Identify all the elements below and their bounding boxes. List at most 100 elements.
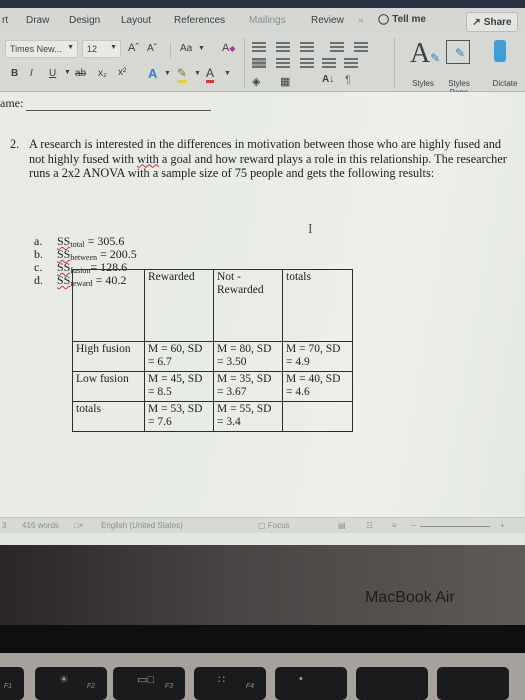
font-name-value: Times New...: [10, 44, 62, 54]
keyboard-light-icon: •: [299, 673, 303, 685]
key-f7[interactable]: [437, 667, 509, 700]
chevron-down-icon[interactable]: ▼: [164, 70, 171, 77]
web-layout-icon[interactable]: ☷: [366, 521, 373, 530]
proofing-icon[interactable]: □×: [74, 521, 84, 530]
tab-review[interactable]: Review: [311, 15, 344, 26]
align-right-icon[interactable]: [300, 58, 314, 68]
outline-view-icon[interactable]: ≡: [392, 521, 397, 530]
table-cell: M = 80, SD = 3.50: [213, 341, 283, 372]
tab-references[interactable]: References: [174, 15, 225, 26]
superscript-button[interactable]: x²: [118, 67, 126, 78]
page-indicator[interactable]: 3: [2, 521, 6, 530]
font-name-select[interactable]: Times New... ▼: [5, 40, 78, 58]
grow-font-button[interactable]: Aˆ: [128, 42, 139, 54]
print-layout-icon[interactable]: ▤: [338, 521, 346, 530]
shrink-font-button[interactable]: Aˇ: [147, 43, 157, 54]
table-cell: M = 35, SD = 3.67: [213, 371, 283, 402]
bold-button[interactable]: B: [11, 68, 18, 79]
multilevel-list-icon[interactable]: [300, 42, 314, 52]
laptop-screen: rt Draw Design Layout References Mailing…: [0, 0, 525, 545]
key-f6[interactable]: [356, 667, 428, 700]
chevron-down-icon: ▼: [67, 44, 74, 51]
subscript-button[interactable]: x₂: [98, 68, 107, 79]
more-tabs-icon[interactable]: »: [358, 15, 364, 26]
key-label: F3: [164, 683, 173, 690]
language-indicator[interactable]: English (United States): [101, 521, 183, 530]
italic-button[interactable]: I: [30, 68, 33, 79]
line-spacing-icon[interactable]: [344, 58, 358, 68]
text-effects-button[interactable]: A: [148, 66, 157, 81]
key-f3[interactable]: ▭□ F3: [113, 667, 185, 700]
spellcheck-flag-word[interactable]: with: [137, 152, 159, 166]
tell-me-label: Tell me: [392, 14, 426, 25]
question-number: 2.: [10, 137, 20, 151]
key-f5[interactable]: •: [275, 667, 347, 700]
align-left-icon[interactable]: [252, 58, 266, 68]
ss-term: SStotal: [57, 234, 85, 250]
key-label: F1: [3, 683, 12, 690]
font-size-select[interactable]: 12 ▼: [82, 40, 121, 58]
styles-pane-icon[interactable]: ✎: [446, 40, 470, 64]
zoom-slider[interactable]: [420, 526, 490, 527]
highlight-pen-icon[interactable]: ✎: [177, 66, 188, 83]
table-row: Low fusion M = 45, SD = 8.5 M = 35, SD =…: [72, 371, 353, 402]
share-button[interactable]: ↗ Share: [466, 12, 518, 32]
table-cell: M = 40, SD = 4.6: [282, 371, 353, 402]
tab-mailings[interactable]: Mailings: [249, 15, 286, 26]
table-cell: [282, 401, 353, 432]
focus-button[interactable]: ▢ Focus: [258, 521, 290, 530]
table-header-cell: [72, 269, 145, 342]
change-case-button[interactable]: Aa: [180, 43, 192, 54]
tab-insert[interactable]: rt: [2, 15, 8, 26]
chevron-down-icon[interactable]: ▼: [64, 69, 71, 76]
tab-design[interactable]: Design: [69, 15, 100, 26]
title-bar: [0, 0, 525, 8]
align-center-icon[interactable]: [276, 58, 290, 68]
ss-term: SSbetween: [57, 247, 97, 263]
decrease-indent-icon[interactable]: [330, 42, 344, 52]
brand-label: MacBook Air: [365, 589, 455, 606]
table-row: totals M = 53, SD = 7.6 M = 55, SD = 3.4: [72, 401, 353, 432]
document-page[interactable]: ame: 2. A research is interested in the …: [0, 92, 525, 517]
key-f1[interactable]: F1: [0, 667, 24, 700]
ss-value: = 200.5: [97, 247, 137, 261]
clear-formatting-icon[interactable]: A◆: [222, 42, 236, 54]
dictate-label[interactable]: Dictate: [486, 79, 524, 88]
underline-button[interactable]: U: [49, 68, 56, 79]
chevron-down-icon[interactable]: ▼: [194, 70, 201, 77]
tell-me-search[interactable]: ◯ Tell me: [378, 14, 426, 25]
font-size-value: 12: [87, 44, 98, 54]
justify-icon[interactable]: [322, 58, 336, 68]
strikethrough-button[interactable]: ab: [75, 68, 86, 79]
show-formatting-button[interactable]: ¶: [345, 74, 351, 86]
numbering-icon[interactable]: [276, 42, 290, 52]
key-f4[interactable]: ∷ F4: [194, 667, 266, 700]
microphone-icon[interactable]: [494, 40, 506, 62]
shading-icon[interactable]: ◈: [252, 75, 260, 88]
chevron-down-icon[interactable]: ▼: [198, 45, 205, 52]
bullets-icon[interactable]: [252, 42, 266, 52]
tab-draw[interactable]: Draw: [26, 15, 49, 26]
zoom-in-button[interactable]: +: [500, 521, 505, 530]
styles-gallery-icon[interactable]: A✎: [410, 38, 440, 70]
table-cell: M = 45, SD = 8.5: [144, 371, 214, 402]
name-label: ame:: [0, 96, 24, 110]
laptop-bezel: MacBook Air: [0, 545, 525, 625]
font-color-button[interactable]: A: [206, 66, 215, 83]
zoom-out-button[interactable]: −: [411, 521, 416, 530]
borders-icon[interactable]: ▦: [280, 75, 290, 88]
chevron-down-icon[interactable]: ▼: [224, 70, 231, 77]
name-blank-line: [26, 110, 211, 111]
focus-label: Focus: [267, 521, 290, 530]
mission-control-icon: ▭□: [137, 674, 155, 686]
sort-button[interactable]: A↓: [322, 74, 334, 85]
tab-layout[interactable]: Layout: [121, 15, 151, 26]
word-count[interactable]: 416 words: [22, 521, 59, 530]
divider: [244, 38, 245, 88]
increase-indent-icon[interactable]: [354, 42, 368, 52]
key-f2[interactable]: ☀ F2: [35, 667, 107, 700]
key-label: F2: [86, 683, 95, 690]
table-header-cell: Rewarded: [144, 269, 214, 342]
styles-label[interactable]: Styles: [400, 79, 446, 88]
text-cursor-icon: I: [308, 222, 313, 237]
